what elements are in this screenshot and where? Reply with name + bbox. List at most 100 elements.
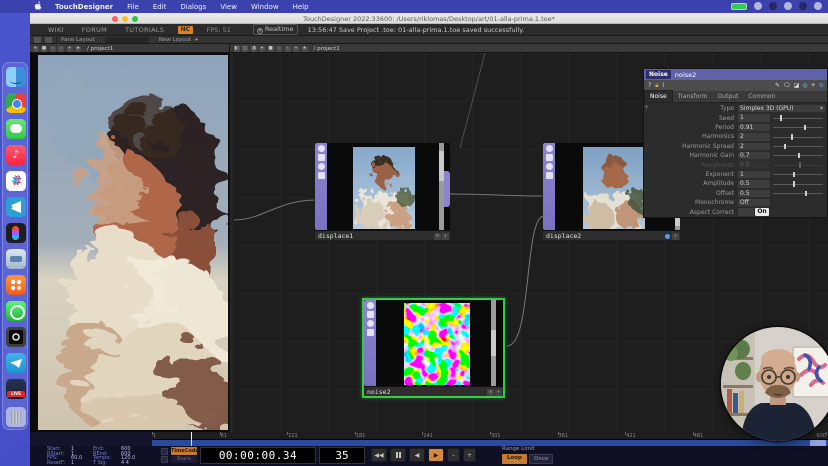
dock-icon-figma[interactable] <box>6 223 26 243</box>
loop-button[interactable]: Loop <box>502 454 527 464</box>
roughness-value[interactable]: 0.5 <box>738 161 770 169</box>
node-expand-icon[interactable]: ▾ <box>495 389 502 396</box>
dock-icon-pale-app[interactable] <box>6 249 26 269</box>
clone-flag-icon[interactable] <box>318 154 325 161</box>
new-layout-button[interactable]: New Layout <box>159 37 191 43</box>
battery-icon[interactable] <box>731 3 747 10</box>
seed-slider[interactable] <box>773 114 825 122</box>
dock-icon-slack[interactable] <box>6 171 26 191</box>
bypass-flag-icon[interactable] <box>318 163 325 170</box>
apple-menu-icon[interactable] <box>34 1 42 12</box>
add-layout-icon[interactable]: + <box>194 37 199 43</box>
pane-layout-label[interactable]: Pane Layout <box>61 37 95 43</box>
save-layout-icon[interactable] <box>45 37 52 43</box>
harmonics-slider[interactable] <box>773 133 825 141</box>
dock-icon-trash[interactable] <box>6 407 26 427</box>
dock-icon-orange-app[interactable] <box>6 275 26 295</box>
clock-icon[interactable] <box>814 2 822 10</box>
dock-icon-live-app[interactable]: LIVE <box>6 379 26 399</box>
timeline-range-bar[interactable] <box>152 440 828 446</box>
viewer-toggle-icon[interactable] <box>546 145 553 152</box>
harmonic-gain-value[interactable]: 0.7 <box>738 152 770 160</box>
amplitude-value[interactable]: 0.5 <box>738 180 770 188</box>
pane-type-dropdown-icon[interactable]: ▾ <box>259 46 265 52</box>
tsig-field[interactable]: 4 4 <box>121 461 147 466</box>
bypass-flag-icon[interactable] <box>367 320 374 327</box>
pane-maximize-icon[interactable]: ■ <box>41 46 47 52</box>
harmonic-spread-slider[interactable] <box>773 143 825 151</box>
left-pane-path[interactable]: / project1 <box>87 46 113 52</box>
pane-back-icon[interactable]: ‹ <box>50 46 56 52</box>
lock-flag-icon[interactable] <box>546 172 553 179</box>
dock-icon-finder[interactable] <box>6 67 26 87</box>
layout-preset-field[interactable] <box>105 37 149 43</box>
timeline-ruler[interactable]: 1 61 121 181 241 301 361 421 481 541 600 <box>152 432 828 440</box>
screen-record-icon[interactable] <box>769 2 777 10</box>
node-name-label[interactable]: noise2 ≡▾ <box>364 386 503 396</box>
dock-icon-vscode[interactable] <box>6 197 26 217</box>
copy-icon[interactable]: ◪ <box>794 82 800 89</box>
step-forward-button[interactable]: + <box>463 448 476 462</box>
add-parameter-icon[interactable]: + <box>811 82 816 89</box>
tab-common[interactable]: Common <box>743 91 780 102</box>
timeline-option-toggle-1[interactable] <box>161 448 168 455</box>
pane-forward-icon[interactable]: › <box>285 46 291 52</box>
node-menu-icon[interactable]: ≡ <box>434 233 441 240</box>
node-scrollbar[interactable] <box>491 300 496 390</box>
comment-icon[interactable]: 🗨︎ <box>783 82 791 89</box>
node-viewer-flags[interactable] <box>315 143 327 230</box>
monochrome-toggle[interactable]: Off <box>738 199 770 207</box>
help-icon[interactable]: ? <box>648 82 651 89</box>
realtime-toggle[interactable]: ✕Realtime <box>253 24 298 35</box>
seed-value[interactable]: 1 <box>738 114 770 122</box>
split-square-icon[interactable]: □ <box>242 46 248 52</box>
exponent-value[interactable]: 1 <box>738 171 770 179</box>
offset-slider[interactable] <box>773 190 825 198</box>
edit-expression-icon[interactable]: ✎ <box>775 82 780 89</box>
beats-mode-button[interactable]: Beats <box>171 456 197 463</box>
dock-icon-telegram[interactable] <box>6 353 26 373</box>
menu-item-dialogs[interactable]: Dialogs <box>173 3 213 11</box>
type-dropdown[interactable]: Simplex 3D (GPU)▾ <box>738 105 825 113</box>
node-name-label[interactable]: displace2 ▾ <box>543 230 680 240</box>
dock-icon-messages[interactable] <box>6 119 26 139</box>
top-viewer-pane[interactable] <box>30 53 230 432</box>
aspect-correct-on[interactable]: On <box>755 208 769 216</box>
node-noise2[interactable]: noise2 ≡▾ <box>362 298 505 398</box>
node-menu-icon[interactable]: ≡ <box>487 389 494 396</box>
harmonic-spread-value[interactable]: 2 <box>738 143 770 151</box>
step-back-button[interactable]: – <box>447 448 460 462</box>
node-side-tab[interactable] <box>444 171 450 207</box>
pane-star-icon[interactable]: ★ <box>302 46 308 52</box>
menu-item-edit[interactable]: Edit <box>146 3 174 11</box>
timecode-mode-button[interactable]: TimeCode <box>171 447 197 455</box>
node-name-label[interactable]: displace1 ≡▾ <box>315 230 450 240</box>
menu-item-file[interactable]: File <box>120 3 146 11</box>
node-expand-icon[interactable]: ▾ <box>672 233 679 240</box>
harmonics-value[interactable]: 2 <box>738 133 770 141</box>
node-displace1[interactable]: displace1 ≡▾ <box>315 143 450 240</box>
range-handle[interactable] <box>810 440 826 446</box>
lock-flag-icon[interactable] <box>318 172 325 179</box>
pane-maximize-icon[interactable]: ■ <box>268 46 274 52</box>
camera-icon[interactable] <box>784 2 792 10</box>
tab-output[interactable]: Output <box>713 91 744 102</box>
dock-icon-touchdesigner[interactable] <box>6 327 26 347</box>
current-frame-display[interactable]: 35 <box>319 447 365 464</box>
pane-forward-icon[interactable]: › <box>58 46 64 52</box>
split-left-icon[interactable]: ◧ <box>234 46 240 52</box>
tutorials-link[interactable]: TUTORIALS <box>125 26 164 34</box>
pause-button[interactable] <box>390 448 406 462</box>
lock-flag-icon[interactable] <box>367 329 374 336</box>
grid-layout-icon[interactable] <box>34 37 41 43</box>
parameter-panel-header[interactable]: Noise noise2 <box>644 69 827 80</box>
playhead[interactable] <box>191 432 192 446</box>
tab-noise[interactable]: Noise <box>644 90 673 102</box>
offset-value[interactable]: 0.5 <box>738 190 770 198</box>
dock-icon-music[interactable]: ♪ <box>6 145 26 165</box>
play-button[interactable]: ▶ <box>428 448 444 462</box>
pane-star-icon[interactable]: ★ <box>75 46 81 52</box>
node-expand-icon[interactable]: ▾ <box>442 233 449 240</box>
amplitude-slider[interactable] <box>773 180 825 188</box>
harmonic-gain-slider[interactable] <box>773 152 825 160</box>
